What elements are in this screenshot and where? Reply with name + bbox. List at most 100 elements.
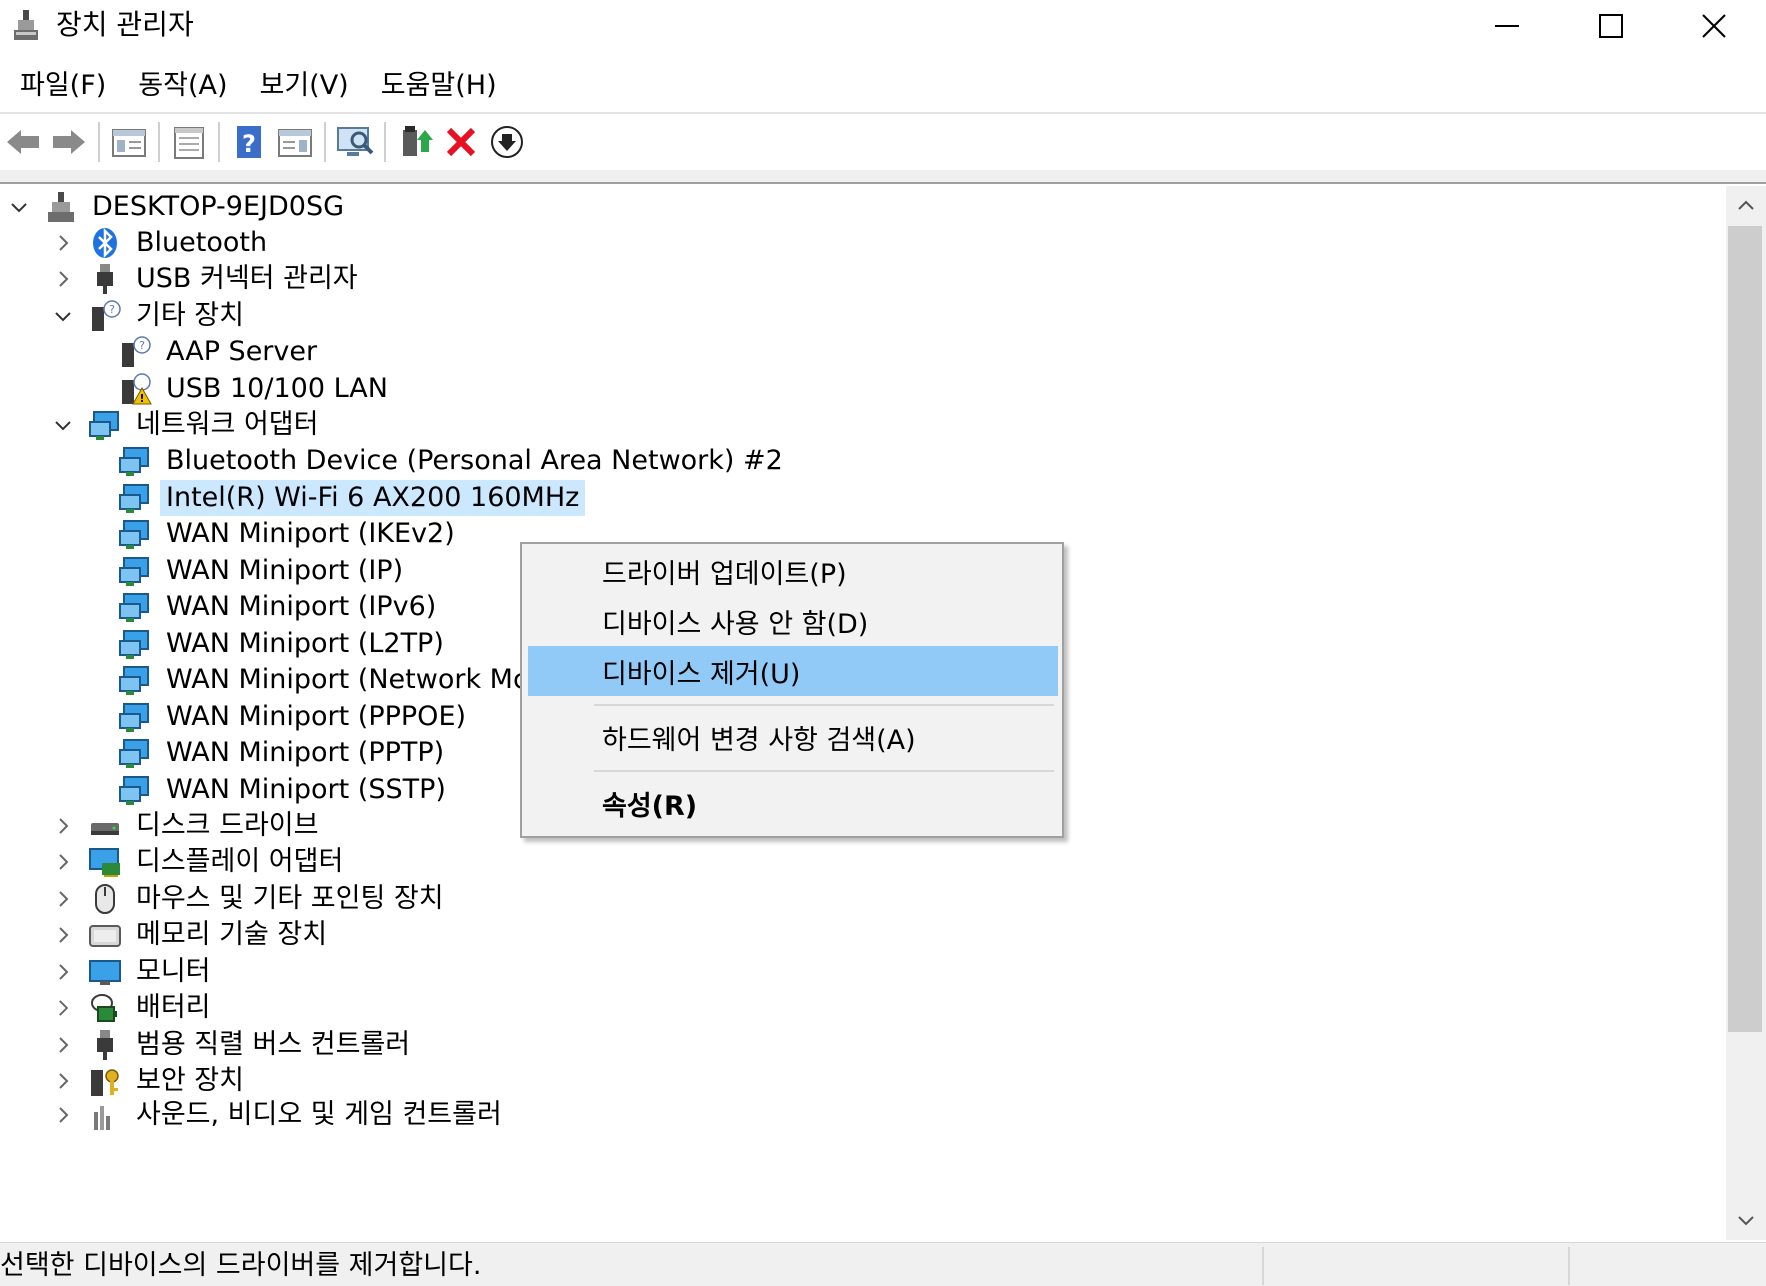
status-bar: 선택한 디바이스의 드라이버를 제거합니다. [0, 1242, 1766, 1286]
menu-item-uninstall-device[interactable]: 디바이스 제거(U) [528, 646, 1058, 696]
action-pane-icon [278, 129, 312, 157]
chevron-right-icon[interactable] [48, 228, 78, 258]
tree-item-network-adapter[interactable]: WAN Miniport (Network Mc [118, 659, 534, 700]
tree-item-aap-server[interactable]: ? AAP Server [118, 331, 323, 372]
toolbar: ? [0, 116, 1766, 168]
menu-help[interactable]: 도움말(H) [375, 64, 503, 108]
chevron-right-icon[interactable] [48, 920, 78, 950]
monitor-icon [88, 955, 122, 989]
chevron-right-icon[interactable] [48, 264, 78, 294]
close-button[interactable] [1662, 0, 1766, 52]
uninstall-button[interactable] [438, 119, 484, 165]
tree-category-usb-controllers[interactable]: 범용 직렬 버스 컨트롤러 [48, 1024, 416, 1065]
tree-category-mice[interactable]: 마우스 및 기타 포인팅 장치 [48, 878, 450, 919]
vertical-scrollbar[interactable] [1726, 186, 1766, 1240]
tree-label: 디스플레이 어댑터 [136, 845, 344, 877]
tree-item-network-adapter[interactable]: WAN Miniport (IP) [118, 550, 409, 591]
enable-device-icon [491, 126, 523, 158]
chevron-right-icon[interactable] [48, 847, 78, 877]
update-driver-button[interactable] [392, 119, 438, 165]
console-tree-button[interactable] [106, 119, 152, 165]
menu-item-update-driver[interactable]: 드라이버 업데이트(P) [528, 546, 1058, 596]
svg-text:?: ? [139, 339, 145, 352]
chevron-right-icon[interactable] [48, 1030, 78, 1060]
tree-item-network-adapter[interactable]: WAN Miniport (PPTP) [118, 732, 450, 773]
chevron-right-icon[interactable] [48, 884, 78, 914]
network-adapter-icon [118, 773, 152, 807]
action-pane-button[interactable] [272, 119, 318, 165]
tree-category-usb-connector[interactable]: USB 커넥터 관리자 [48, 258, 364, 299]
chevron-down-icon[interactable] [4, 192, 34, 222]
network-adapter-icon [118, 700, 152, 734]
tree-category-batteries[interactable]: 배터리 [48, 987, 217, 1028]
tree-label: Bluetooth [136, 226, 268, 258]
unknown-device-icon: ? [118, 335, 152, 369]
tree-root[interactable]: DESKTOP-9EJD0SG [4, 186, 350, 227]
maximize-button[interactable] [1559, 0, 1663, 52]
tree-label: 마우스 및 기타 포인팅 장치 [136, 882, 444, 914]
menu-file[interactable]: 파일(F) [14, 64, 112, 108]
menu-item-disable-device[interactable]: 디바이스 사용 안 함(D) [528, 596, 1058, 646]
menu-view[interactable]: 보기(V) [254, 64, 355, 108]
scroll-up-button[interactable] [1726, 186, 1766, 226]
chevron-right-icon[interactable] [48, 1100, 78, 1130]
chevron-down-icon[interactable] [48, 301, 78, 331]
back-button[interactable] [0, 119, 46, 165]
tree-label: 보안 장치 [136, 1064, 244, 1096]
tree-item-network-adapter-selected[interactable]: Intel(R) Wi-Fi 6 AX200 160MHz [118, 477, 586, 518]
help-button[interactable]: ? [226, 119, 272, 165]
properties-button[interactable] [166, 119, 212, 165]
uninstall-icon [446, 127, 476, 157]
tree-category-security-devices[interactable]: 보안 장치 [48, 1060, 250, 1101]
tree-category-other-devices[interactable]: ? 기타 장치 [48, 295, 250, 336]
tree-item-network-adapter[interactable]: WAN Miniport (IPv6) [118, 586, 442, 627]
tree-category-display-adapters[interactable]: 디스플레이 어댑터 [48, 841, 349, 882]
network-adapter-icon [118, 663, 152, 697]
tree-category-monitors[interactable]: 모니터 [48, 951, 217, 992]
scan-hardware-button[interactable] [332, 119, 378, 165]
battery-icon [88, 991, 122, 1025]
chevron-right-icon[interactable] [48, 957, 78, 987]
tree-item-network-adapter[interactable]: WAN Miniport (IKEv2) [118, 513, 461, 554]
tree-item-network-adapter[interactable]: WAN Miniport (SSTP) [118, 769, 452, 810]
menu-action[interactable]: 동작(A) [132, 64, 233, 108]
tree-category-sound[interactable]: 사운드, 비디오 및 게임 컨트롤러 [48, 1097, 508, 1133]
scroll-down-button[interactable] [1726, 1200, 1766, 1240]
enable-device-button[interactable] [484, 119, 530, 165]
tree-category-network-adapters[interactable]: 네트워크 어댑터 [48, 404, 324, 445]
bluetooth-icon [88, 226, 122, 260]
menu-item-scan-hardware[interactable]: 하드웨어 변경 사항 검색(A) [528, 712, 1058, 762]
chevron-down-icon[interactable] [48, 410, 78, 440]
network-adapter-icon [118, 517, 152, 551]
toolbar-separator [324, 122, 326, 162]
scrollbar-thumb[interactable] [1728, 226, 1762, 1032]
tree-label: 메모리 기술 장치 [136, 918, 328, 950]
svg-text:!: ! [139, 392, 144, 405]
usb-plug-icon [88, 262, 122, 296]
tree-category-memory-technology[interactable]: 메모리 기술 장치 [48, 914, 333, 955]
menu-item-label: 디바이스 사용 안 함(D) [602, 608, 869, 640]
tree-category-disk-drives[interactable]: 디스크 드라이브 [48, 805, 324, 846]
chevron-right-icon[interactable] [48, 811, 78, 841]
tree-item-network-adapter[interactable]: WAN Miniport (L2TP) [118, 623, 450, 664]
device-manager-icon [10, 8, 42, 42]
forward-button[interactable] [46, 119, 92, 165]
menu-item-properties[interactable]: 속성(R) [528, 778, 1058, 828]
tree-label: 모니터 [136, 955, 211, 987]
tree-label: 범용 직렬 버스 컨트롤러 [136, 1028, 411, 1060]
chevron-right-icon[interactable] [48, 993, 78, 1023]
minimize-button[interactable] [1455, 0, 1559, 52]
tree-label: 배터리 [136, 991, 211, 1023]
tree-label: 디스크 드라이브 [136, 809, 319, 841]
network-adapter-icon [88, 408, 122, 442]
network-adapter-icon [118, 554, 152, 588]
tree-item-usb-lan[interactable]: ! USB 10/100 LAN [118, 368, 394, 409]
toolbar-divider [0, 170, 1766, 184]
chevron-right-icon[interactable] [48, 1066, 78, 1096]
tree-category-bluetooth[interactable]: Bluetooth [48, 222, 273, 263]
tree-item-network-adapter[interactable]: Bluetooth Device (Personal Area Network)… [118, 440, 789, 481]
tree-item-network-adapter[interactable]: WAN Miniport (PPPOE) [118, 696, 472, 737]
menu-separator [594, 704, 1054, 706]
tree-label: 네트워크 어댑터 [136, 408, 319, 440]
network-adapter-icon [118, 590, 152, 624]
